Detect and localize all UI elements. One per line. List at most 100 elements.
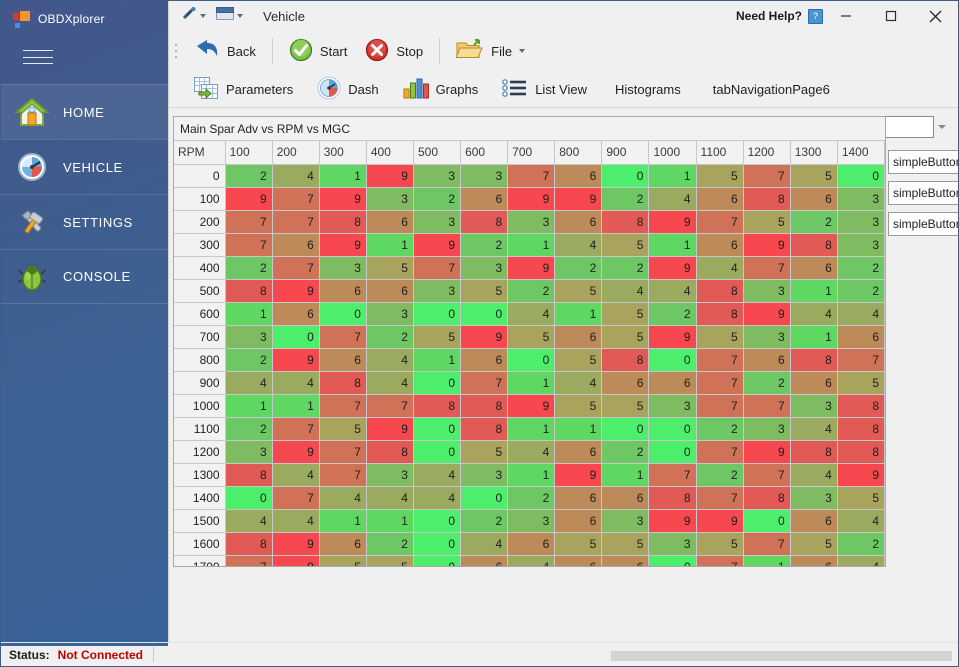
heatmap-cell[interactable]: 9 — [743, 233, 791, 257]
heatmap-cell[interactable]: 3 — [413, 279, 462, 303]
heatmap-cell[interactable]: 9 — [460, 325, 509, 349]
heatmap-cell[interactable]: 3 — [837, 210, 885, 234]
heatmap-cell[interactable]: 5 — [413, 325, 462, 349]
heatmap-cell[interactable]: 1 — [507, 371, 556, 395]
heatmap-cell[interactable]: 9 — [272, 348, 320, 372]
heatmap-cell[interactable]: 8 — [790, 233, 838, 257]
heatmap-cell[interactable]: 5 — [743, 210, 791, 234]
heatmap-cell[interactable]: 1 — [790, 279, 838, 303]
row-header[interactable]: 300 — [174, 233, 226, 257]
heatmap-cell[interactable]: 2 — [507, 279, 556, 303]
maximize-button[interactable] — [868, 1, 913, 31]
heatmap-cell[interactable]: 6 — [460, 555, 509, 566]
heatmap-cell[interactable]: 6 — [319, 532, 367, 556]
heatmap-cell[interactable]: 0 — [601, 164, 650, 188]
heatmap-cell[interactable]: 5 — [790, 164, 838, 188]
heatmap-cell[interactable]: 4 — [366, 371, 414, 395]
heatmap-cell[interactable]: 0 — [413, 417, 462, 441]
heatmap-cell[interactable]: 7 — [272, 417, 320, 441]
heatmap-cell[interactable]: 2 — [366, 325, 414, 349]
heatmap-cell[interactable]: 6 — [601, 371, 650, 395]
heatmap-cell[interactable]: 1 — [507, 463, 556, 487]
sidebar-item-vehicle[interactable]: VEHICLE — [1, 139, 168, 194]
heatmap-cell[interactable]: 7 — [460, 371, 509, 395]
heatmap-cell[interactable]: 7 — [413, 256, 462, 280]
pin-icon-button[interactable] — [177, 4, 210, 29]
heatmap-cell[interactable]: 8 — [319, 371, 367, 395]
heatmap-cell[interactable]: 0 — [460, 302, 509, 326]
heatmap-cell[interactable]: 6 — [601, 486, 650, 510]
heatmap-cell[interactable]: 4 — [554, 371, 603, 395]
row-header[interactable]: 1100 — [174, 417, 226, 441]
column-header[interactable]: 100 — [225, 141, 273, 165]
column-header[interactable]: 700 — [507, 141, 556, 165]
heatmap-cell[interactable]: 1 — [366, 233, 414, 257]
heatmap-cell[interactable]: 3 — [837, 233, 885, 257]
heatmap-cell[interactable]: 1 — [507, 417, 556, 441]
row-header[interactable]: 200 — [174, 210, 226, 234]
heatmap-cell[interactable]: 7 — [743, 164, 791, 188]
heatmap-cell[interactable]: 9 — [272, 532, 320, 556]
heatmap-cell[interactable]: 3 — [507, 210, 556, 234]
heatmap-cell[interactable]: 5 — [460, 440, 509, 464]
heatmap-cell[interactable]: 2 — [507, 486, 556, 510]
heatmap-cell[interactable]: 3 — [743, 325, 791, 349]
heatmap-cell[interactable]: 7 — [743, 532, 791, 556]
heatmap-cell[interactable]: 6 — [554, 210, 603, 234]
heatmap-cell[interactable]: 8 — [460, 210, 509, 234]
heatmap-cell[interactable]: 9 — [507, 394, 556, 418]
heatmap-cell[interactable]: 6 — [554, 164, 603, 188]
heatmap-cell[interactable]: 6 — [272, 233, 320, 257]
heatmap-cell[interactable]: 5 — [601, 325, 650, 349]
heatmap-cell[interactable]: 0 — [460, 486, 509, 510]
window-style-button[interactable] — [212, 5, 247, 27]
heatmap-cell[interactable]: 7 — [272, 210, 320, 234]
heatmap-cell[interactable]: 5 — [319, 417, 367, 441]
heatmap-cell[interactable]: 1 — [319, 164, 367, 188]
row-header[interactable]: 100 — [174, 187, 226, 211]
heatmap-cell[interactable]: 5 — [601, 394, 650, 418]
heatmap-cell[interactable]: 6 — [743, 348, 791, 372]
heatmap-cell[interactable]: 0 — [272, 325, 320, 349]
column-header[interactable]: 1300 — [790, 141, 838, 165]
sidebar-item-console[interactable]: CONSOLE — [1, 249, 168, 304]
heatmap-cell[interactable]: 3 — [790, 394, 838, 418]
column-header[interactable]: 900 — [601, 141, 650, 165]
heatmap-cell[interactable]: 8 — [319, 210, 367, 234]
heatmap-cell[interactable]: 2 — [225, 256, 273, 280]
heatmap-cell[interactable]: 4 — [837, 555, 885, 566]
sidebar-item-settings[interactable]: SETTINGS — [1, 194, 168, 249]
heatmap-cell[interactable]: 9 — [837, 463, 885, 487]
heatmap-cell[interactable]: 0 — [413, 371, 462, 395]
heatmap-cell[interactable]: 5 — [696, 164, 744, 188]
heatmap-cell[interactable]: 4 — [648, 187, 697, 211]
column-header[interactable]: 200 — [272, 141, 320, 165]
heatmap-cell[interactable]: 4 — [648, 279, 697, 303]
heatmap-cell[interactable]: 7 — [696, 348, 744, 372]
heatmap-cell[interactable]: 2 — [460, 509, 509, 533]
heatmap-cell[interactable]: 0 — [601, 417, 650, 441]
heatmap-cell[interactable]: 4 — [696, 256, 744, 280]
heatmap-cell[interactable]: 7 — [272, 256, 320, 280]
heatmap-cell[interactable]: 6 — [554, 325, 603, 349]
start-button[interactable]: Start — [280, 35, 356, 68]
close-button[interactable] — [913, 1, 958, 31]
heatmap-cell[interactable]: 1 — [601, 463, 650, 487]
heatmap-cell[interactable]: 3 — [225, 325, 273, 349]
heatmap-cell[interactable]: 1 — [413, 348, 462, 372]
heatmap-cell[interactable]: 6 — [554, 509, 603, 533]
column-header[interactable]: 400 — [366, 141, 414, 165]
heatmap-cell[interactable]: 0 — [413, 440, 462, 464]
heatmap-cell[interactable]: 1 — [366, 509, 414, 533]
heatmap-cell[interactable]: 2 — [601, 256, 650, 280]
heatmap-cell[interactable]: 2 — [648, 302, 697, 326]
heatmap-cell[interactable]: 3 — [743, 417, 791, 441]
heatmap-cell[interactable]: 5 — [507, 325, 556, 349]
row-header[interactable]: 1500 — [174, 509, 226, 533]
heatmap-cell[interactable]: 1 — [507, 233, 556, 257]
heatmap-cell[interactable]: 4 — [507, 302, 556, 326]
heatmap-cell[interactable]: 4 — [554, 233, 603, 257]
heatmap-cell[interactable]: 7 — [272, 187, 320, 211]
heatmap-cell[interactable]: 0 — [319, 302, 367, 326]
hamburger-icon[interactable] — [23, 48, 53, 66]
